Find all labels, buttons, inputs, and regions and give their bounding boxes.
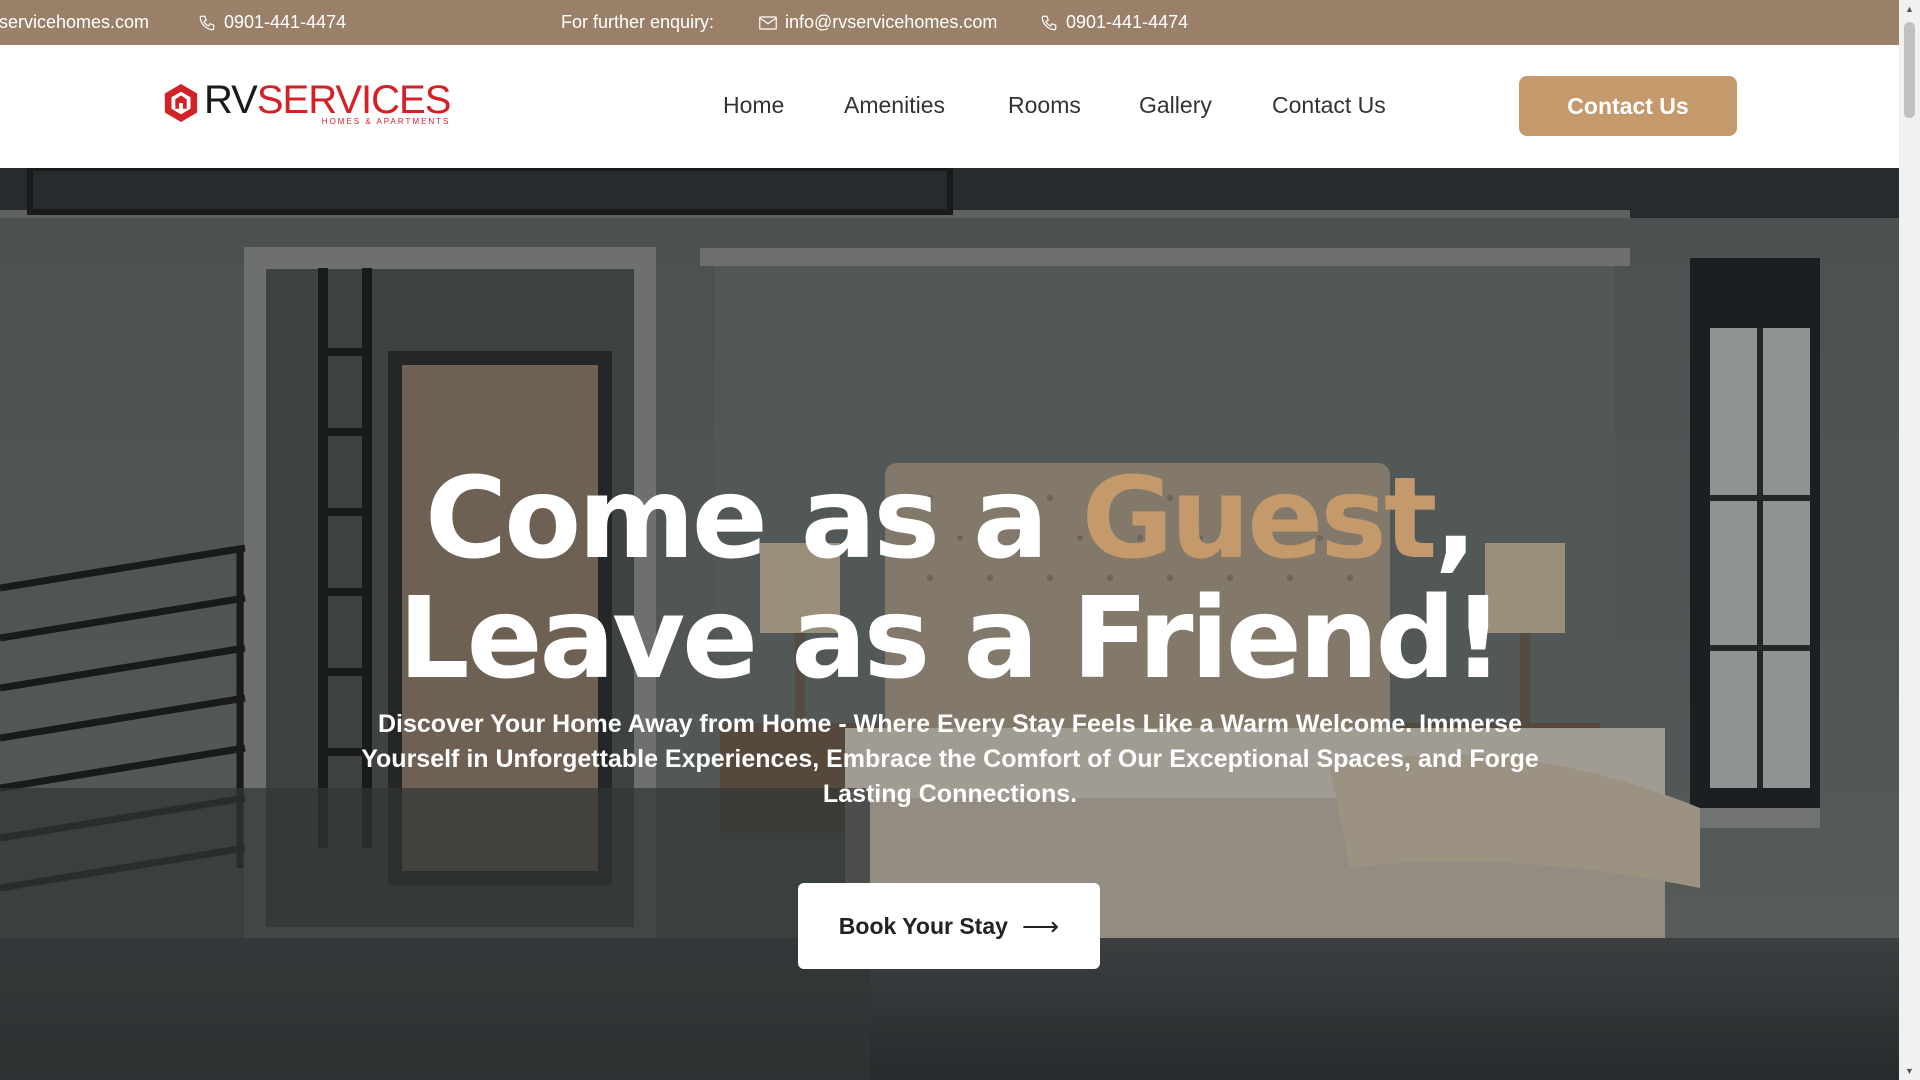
nav-rooms[interactable]: Rooms [1008, 92, 1081, 119]
site-header: RVSERVICES HOMES & APARTMENTS Home Ameni… [0, 45, 1899, 168]
logo-emblem-icon [164, 84, 198, 122]
nav-gallery[interactable]: Gallery [1139, 92, 1212, 119]
topbar-email-link[interactable]: info@rvservicehomes.com [759, 0, 997, 45]
arrow-right-icon: ⟶ [1021, 910, 1060, 941]
scrollbar-thumb[interactable] [1904, 22, 1915, 118]
logo-wordmark: RVSERVICES [204, 78, 451, 122]
topbar-phone-primary[interactable]: 0901-441-4474 [198, 0, 346, 45]
scroll-down-arrow-icon[interactable]: ▼ [1904, 1066, 1915, 1076]
nav-home[interactable]: Home [723, 92, 784, 119]
hero-section: Come as a Guest, Leave as a Friend! Disc… [0, 168, 1899, 1080]
topbar-email-partial[interactable]: vservicehomes.com [0, 0, 149, 45]
contact-us-button[interactable]: Contact Us [1519, 76, 1737, 136]
book-your-stay-button[interactable]: Book Your Stay ⟶ [798, 883, 1100, 969]
top-info-bar: vservicehomes.com 0901-441-4474 For furt… [0, 0, 1899, 45]
hero-subtitle: Discover Your Home Away from Home - Wher… [361, 710, 1539, 808]
site-logo[interactable]: RVSERVICES HOMES & APARTMENTS [162, 78, 451, 126]
scroll-up-arrow-icon[interactable]: ▲ [1904, 4, 1915, 14]
nav-amenities[interactable]: Amenities [844, 92, 945, 119]
hero-headline-line-1: Come as a Guest, [425, 454, 1477, 584]
logo-text: RVSERVICES HOMES & APARTMENTS [204, 78, 451, 126]
logo-subtitle: HOMES & APARTMENTS [321, 117, 451, 126]
phone-icon [1041, 15, 1057, 30]
topbar-phone-link[interactable]: 0901-441-4474 [1040, 0, 1188, 45]
enquiry-label: For further enquiry: [561, 12, 715, 32]
hero-headline-line-2: Leave as a Friend! [398, 574, 1504, 704]
hero-headline-accent: Guest [1081, 454, 1438, 584]
phone-icon [199, 15, 215, 30]
nav-contact-us[interactable]: Contact Us [1272, 92, 1386, 119]
mail-icon [759, 15, 777, 30]
page-scrollbar[interactable]: ▲ ▼ [1899, 0, 1920, 1080]
